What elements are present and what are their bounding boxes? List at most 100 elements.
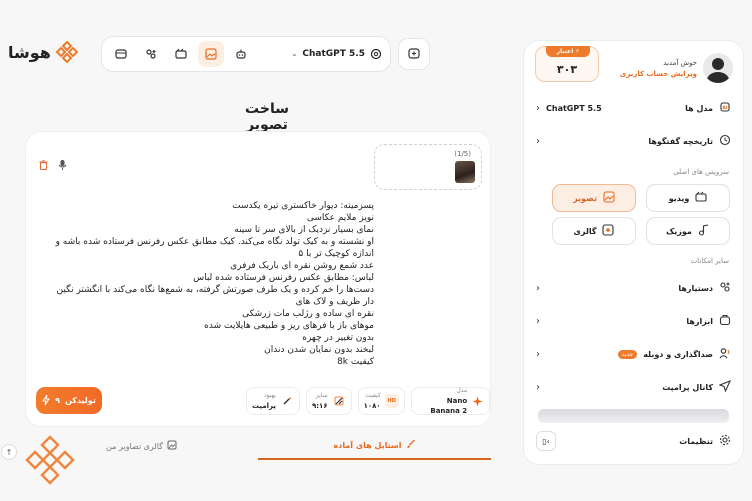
gear-icon[interactable] [719, 434, 731, 449]
tab-label: استایل های آماده [333, 440, 402, 450]
option-key: مدل [456, 387, 468, 394]
chat-icon[interactable] [108, 41, 134, 67]
sidebar-item-label: کانال پرامپت [662, 382, 713, 392]
generate-cost: ۹ [55, 396, 61, 405]
service-music[interactable]: موزیک [646, 217, 730, 245]
prompt-textarea[interactable]: پسزمینه: دیوار خاکستری تیره یکدست نویز م… [44, 200, 374, 368]
user-profile[interactable]: خوش آمدید ویرایش حساب کاربری [620, 53, 733, 83]
sidebar-item-tools[interactable]: ابزارها ‹ [536, 310, 731, 332]
send-icon [718, 379, 732, 395]
sidebar-item-voice-dubbing[interactable]: صداگذاری و دوبله جدید ‹ [536, 343, 731, 365]
chevron-left-icon: ‹ [536, 135, 540, 147]
main-services-title: سرویس های اصلی [673, 168, 729, 176]
bolt-icon [42, 394, 51, 407]
edit-account-link[interactable]: ویرایش حساب کاربری [620, 70, 697, 78]
other-features-title: سایر امکانات [690, 257, 729, 265]
sidebar-item-label: ابزارها [686, 316, 713, 326]
sidebar-item-history[interactable]: تاریخچه گفتگوها ‹ [536, 130, 731, 152]
avatar[interactable] [703, 53, 733, 83]
option-model[interactable]: مدل Nano Banana 2 [410, 387, 490, 415]
reference-upload-area[interactable]: (1/5) [374, 144, 482, 190]
history-icon [719, 134, 731, 149]
tab-ready-styles[interactable]: استایل های آماده [258, 432, 491, 460]
generate-label: تولیدکن [65, 396, 96, 405]
option-value: ۱۰۸۰ [363, 402, 381, 410]
service-label: موزیک [666, 226, 692, 236]
hd-icon: HD [384, 394, 399, 408]
scroll-fade [538, 409, 729, 423]
style-tabs: گالری تصاویر من استایل های آماده [25, 432, 491, 460]
scroll-up-button[interactable]: ↑ [1, 444, 17, 460]
chevron-left-icon: ‹ [536, 282, 540, 294]
brand-name: هوشا [8, 42, 51, 62]
service-gallery[interactable]: گالری [552, 217, 636, 245]
svg-text:AI: AI [722, 105, 727, 111]
model-selector[interactable]: ⌄ ChatGPT 5.5 [292, 48, 382, 60]
generation-options: بهبود پرامپت سایز ۹:۱۶ HD کیفیت ۱۰۸۰ مدل Nan… [246, 387, 490, 415]
assistant-icon [719, 281, 731, 296]
service-image[interactable]: تصویر [552, 184, 636, 212]
settings-label[interactable]: تنظیمات [679, 437, 713, 446]
agent-icon[interactable] [138, 41, 164, 67]
sidebar-item-label: صداگذاری و دوبله [643, 349, 713, 359]
new-chat-button[interactable] [398, 38, 430, 70]
sidebar-item-models[interactable]: AI مدل ها ChatGPT 5.5 ‹ [536, 97, 731, 119]
sidebar: خوش آمدید ویرایش حساب کاربری ⚡ اعتبار ۳۰… [523, 40, 744, 465]
ratio-icon [332, 394, 346, 408]
new-chat-icon [408, 48, 420, 59]
tools-icon [719, 314, 731, 329]
sparkle-icon [471, 394, 483, 408]
logo-mark-icon [55, 40, 79, 64]
sidebar-item-label: مدل ها [685, 103, 713, 113]
option-size[interactable]: سایز ۹:۱۶ [305, 387, 352, 415]
arrow-up-icon: ↑ [5, 447, 13, 457]
trash-icon[interactable] [38, 159, 49, 174]
video-icon[interactable] [168, 41, 194, 67]
option-quality[interactable]: HD کیفیت ۱۰۸۰ [357, 387, 405, 415]
openai-icon [370, 48, 382, 60]
image-icon[interactable] [198, 41, 224, 67]
credit-tag: ⚡ اعتبار [546, 46, 590, 57]
option-value: پرامپت [252, 402, 276, 410]
option-key: بهبود [263, 392, 276, 399]
chevron-down-icon: ⌄ [291, 50, 298, 58]
robot-icon[interactable] [228, 41, 254, 67]
collapse-icon: ▯‹ [542, 436, 550, 446]
brush-icon [406, 439, 416, 451]
sidebar-item-prompt-channel[interactable]: کانال پرامپت ‹ [536, 376, 732, 398]
model-selector-label: ChatGPT 5.5 [302, 49, 365, 59]
generate-button[interactable]: تولیدکن ۹ [36, 387, 102, 414]
magic-wand-icon [280, 394, 294, 408]
option-value: Nano Banana 2 [430, 397, 468, 415]
sidebar-model-value: ChatGPT 5.5 [546, 103, 602, 113]
chevron-left-icon: ‹ [536, 381, 540, 393]
service-label: تصویر [573, 193, 597, 203]
credit-label: اعتبار [556, 48, 574, 55]
service-label: گالری [573, 226, 597, 236]
sidebar-item-assistants[interactable]: دستیارها ‹ [536, 277, 731, 299]
voice-icon [719, 347, 731, 362]
video-icon [695, 191, 707, 205]
music-icon [698, 224, 710, 238]
chevron-left-icon: ‹ [536, 315, 540, 327]
new-badge: جدید [617, 349, 638, 359]
service-video[interactable]: ویدیو [646, 184, 730, 212]
brand-logo[interactable]: هوشا [8, 40, 79, 64]
logo-watermark-icon [25, 435, 75, 485]
sidebar-item-label: تاریخچه گفتگوها [648, 136, 713, 146]
service-label: ویدیو [668, 193, 690, 203]
bolt-icon: ⚡ [575, 48, 580, 55]
ai-chip-icon: AI [719, 101, 731, 116]
collapse-sidebar-button[interactable]: ▯‹ [536, 431, 556, 451]
chevron-left-icon: ‹ [536, 348, 540, 360]
option-key: سایز [315, 392, 328, 399]
option-enhance[interactable]: بهبود پرامپت [246, 387, 300, 415]
mic-icon[interactable] [57, 159, 68, 174]
gallery-icon [167, 440, 177, 452]
sidebar-item-label: دستیارها [678, 283, 713, 293]
page-title: ساخت تصویر [245, 101, 289, 133]
gallery-icon [602, 224, 615, 238]
credit-card[interactable]: ⚡ اعتبار ۳۰۳ [535, 46, 599, 82]
reference-thumbnail[interactable] [455, 161, 475, 183]
welcome-text: خوش آمدید [663, 58, 697, 67]
